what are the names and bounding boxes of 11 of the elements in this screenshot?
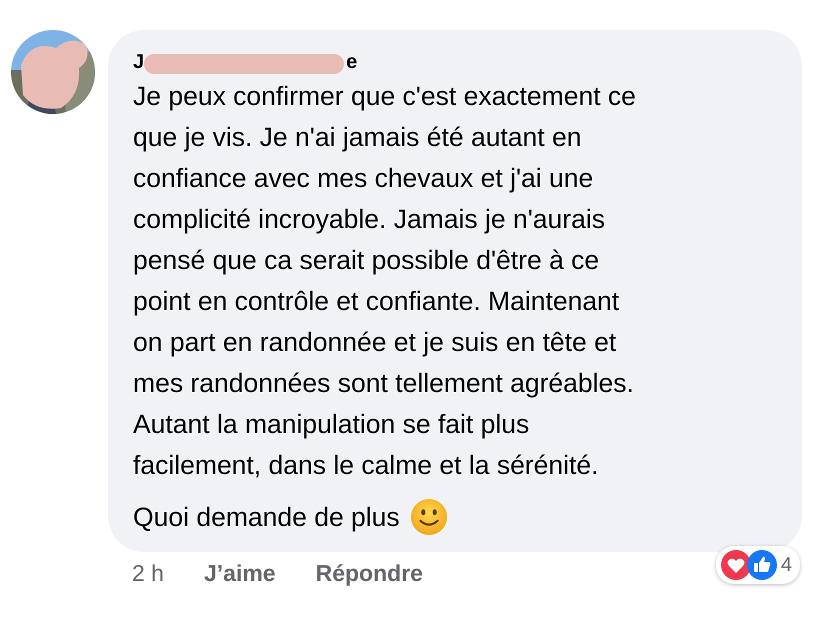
comment-text: Quoi demande de plus <box>133 502 400 532</box>
action-link[interactable]: Répondre <box>316 560 423 587</box>
reaction-count: 4 <box>780 554 792 576</box>
thumbs-up-icon <box>746 549 778 581</box>
smiley-icon <box>410 498 448 536</box>
timestamp: 2 h <box>132 560 164 587</box>
action-link[interactable]: J’aime <box>204 560 276 587</box>
reactions-badge[interactable]: 4 <box>716 546 800 584</box>
comment-text: Je peux confirmer que c'est exactement ce que je vis. Je n'ai jamais été autant en confiance avec mes chevaux et j'ai une complicité incroyable. Jamais je n'aurais pensé que ca serait possible d'être à ce point en contrôle et confiante. Maintenant on part en randonnée et je suis en tête et mes randonnées sont tellement agréables. Autant la manipulation se fait plus facilement, dans le calme et la sérénité. <box>133 80 637 482</box>
author-name[interactable]: J <box>133 50 144 74</box>
author-name[interactable]: e <box>346 50 358 74</box>
